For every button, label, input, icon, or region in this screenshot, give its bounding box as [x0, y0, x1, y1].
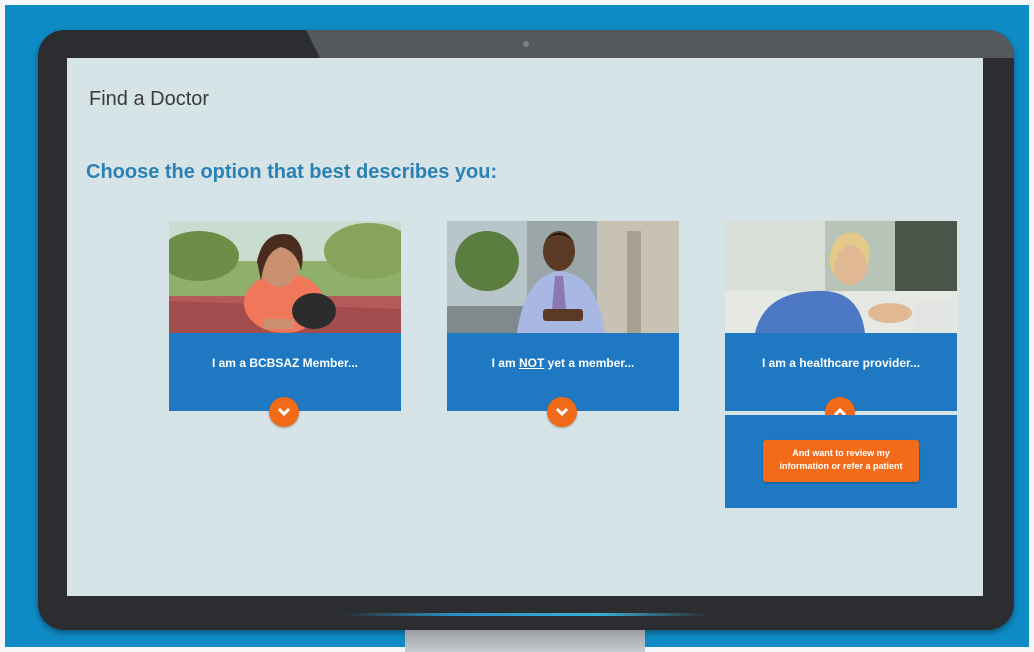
bezel-highlight [306, 30, 1014, 58]
provider-sub-panel: And want to review my information or ref… [725, 415, 957, 508]
label-part: I am [491, 356, 519, 370]
camera-icon [523, 41, 529, 47]
option-band[interactable]: I am NOT yet a member... [447, 333, 679, 427]
monitor: Find a Doctor Choose the option that bes… [38, 30, 1014, 630]
woman-runner-photo [169, 221, 401, 333]
chevron-down-icon[interactable] [269, 397, 299, 427]
option-band[interactable]: I am a healthcare provider... [725, 333, 957, 427]
option-prompt: Choose the option that best describes yo… [86, 161, 498, 183]
label-emphasis: NOT [518, 356, 545, 370]
option-band[interactable]: I am a BCBSAZ Member... [169, 333, 401, 427]
option-label: I am a BCBSAZ Member... [211, 356, 359, 370]
option-card-non-member[interactable]: I am NOT yet a member... [447, 221, 679, 427]
chevron-down-icon[interactable] [547, 397, 577, 427]
bezel-glow [343, 613, 708, 616]
option-card-member[interactable]: I am a BCBSAZ Member... [169, 221, 401, 427]
businessman-photo [447, 221, 679, 333]
review-info-refer-patient-button[interactable]: And want to review my information or ref… [763, 440, 919, 482]
option-label: I am a healthcare provider... [761, 356, 921, 370]
page-title: Find a Doctor [89, 88, 210, 110]
option-card-provider[interactable]: I am a healthcare provider... And want t… [725, 221, 957, 508]
label-part: yet a member... [544, 356, 635, 370]
monitor-stand [405, 630, 645, 652]
nurse-photo [725, 221, 957, 333]
option-label: I am NOT yet a member... [492, 356, 635, 370]
screen: Find a Doctor Choose the option that bes… [67, 58, 983, 596]
